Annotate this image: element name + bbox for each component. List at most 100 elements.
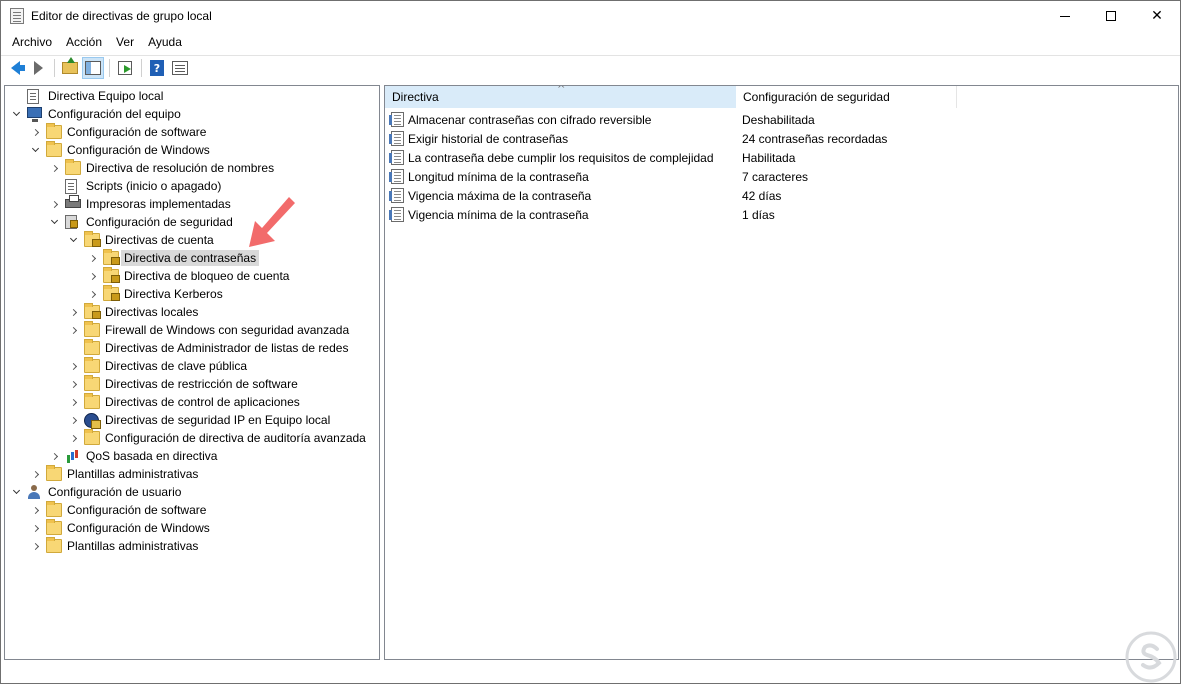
folder-icon (84, 375, 100, 391)
policy-row[interactable]: Almacenar contraseñas con cifrado revers… (385, 110, 1178, 129)
tree-node[interactable]: Firewall de Windows con seguridad avanza… (5, 321, 379, 339)
lock-folder-icon (103, 249, 120, 265)
chevron-right-icon[interactable] (49, 199, 59, 209)
help-button[interactable]: ? (146, 57, 168, 79)
back-button[interactable] (4, 57, 26, 79)
tree-node[interactable]: Configuración de Windows (5, 519, 379, 537)
tree-node-label: Plantillas administrativas (67, 467, 199, 481)
chevron-right-icon[interactable] (30, 469, 40, 479)
chevron-right-icon[interactable] (30, 541, 40, 551)
tree-node[interactable]: Plantillas administrativas (5, 465, 379, 483)
chevron-right-icon[interactable] (87, 253, 97, 263)
minimize-icon (1060, 15, 1070, 17)
maximize-button[interactable] (1088, 1, 1134, 31)
chevron-right-icon[interactable] (30, 505, 40, 515)
policy-row[interactable]: Vigencia máxima de la contraseña 42 días (385, 186, 1178, 205)
tree-node[interactable]: Configuración de directiva de auditoría … (5, 429, 379, 447)
chevron-right-icon[interactable] (30, 523, 40, 533)
tree-node-label: Directivas locales (105, 305, 199, 319)
menu-ver[interactable]: Ver (109, 32, 141, 53)
tree-node-label: Configuración de Windows (67, 143, 210, 157)
chevron-right-icon[interactable] (68, 307, 78, 317)
policy-row[interactable]: Exigir historial de contraseñas 24 contra… (385, 129, 1178, 148)
policy-row[interactable]: Vigencia mínima de la contraseña 1 días (385, 205, 1178, 224)
chevron-down-icon[interactable] (11, 109, 21, 119)
policy-setting-value: 24 contraseñas recordadas (742, 131, 888, 146)
tree-node[interactable]: Configuración del equipo (5, 105, 379, 123)
policy-name: Vigencia mínima de la contraseña (408, 207, 589, 222)
tree-node-label: Directiva de bloqueo de cuenta (124, 269, 290, 283)
export-list-button[interactable] (114, 57, 136, 79)
up-folder-icon (62, 57, 78, 74)
doc-icon (27, 89, 39, 104)
forward-button[interactable] (27, 57, 49, 79)
up-one-level-button[interactable] (59, 57, 81, 79)
menu-accion[interactable]: Acción (59, 32, 109, 53)
policy-row[interactable]: Longitud mínima de la contraseña 7 caract… (385, 167, 1178, 186)
lock-folder-icon (84, 231, 101, 247)
menu-ayuda[interactable]: Ayuda (141, 32, 189, 53)
console-tree[interactable]: Directiva Equipo local Configuración del … (4, 85, 380, 660)
menu-bar: Archivo Acción Ver Ayuda (1, 32, 1180, 53)
lock-folder-icon (84, 303, 101, 319)
chevron-right-icon[interactable] (68, 433, 78, 443)
tree-node[interactable]: Directiva Kerberos (5, 285, 379, 303)
tree-node[interactable]: Directivas de cuenta (5, 231, 379, 249)
tree-node-label: Directivas de Administrador de listas de… (105, 341, 349, 355)
tree-node[interactable]: Configuración de seguridad (5, 213, 379, 231)
chevron-right-icon[interactable] (68, 325, 78, 335)
title-bar[interactable]: Editor de directivas de grupo local ✕ (1, 1, 1180, 31)
policy-name: Exigir historial de contraseñas (408, 131, 569, 146)
column-header-configuracion[interactable]: Configuración de seguridad (736, 86, 957, 108)
close-button[interactable]: ✕ (1134, 1, 1180, 31)
tree-node[interactable]: QoS basada en directiva (5, 447, 379, 465)
tree-node[interactable]: Directivas locales (5, 303, 379, 321)
tree-node-label: Impresoras implementadas (86, 197, 231, 211)
chevron-right-icon[interactable] (49, 451, 59, 461)
policy-setting-value: 1 días (742, 207, 775, 222)
tree-node[interactable]: Directivas de seguridad IP en Equipo loc… (5, 411, 379, 429)
chevron-right-icon[interactable] (68, 397, 78, 407)
column-header-directiva[interactable]: Directiva ^ (385, 86, 736, 108)
tree-node[interactable]: Directiva Equipo local (5, 87, 379, 105)
tree-node[interactable]: Configuración de Windows (5, 141, 379, 159)
details-pane: Directiva ^ Configuración de seguridad A… (384, 85, 1179, 660)
tree-node[interactable]: Directiva de contraseñas (5, 249, 379, 267)
menu-archivo[interactable]: Archivo (5, 32, 59, 53)
tree-node[interactable]: Directivas de clave pública (5, 357, 379, 375)
folder-icon (46, 519, 62, 535)
chevron-down-icon[interactable] (68, 235, 78, 245)
tree-node[interactable]: Directivas de restricción de software (5, 375, 379, 393)
chevron-down-icon[interactable] (11, 487, 21, 497)
tree-node[interactable]: Configuración de software (5, 123, 379, 141)
folder-icon (46, 537, 62, 553)
filter-options-button[interactable] (169, 57, 191, 79)
tree-node[interactable]: Configuración de usuario (5, 483, 379, 501)
tree-node-label: Directiva Equipo local (48, 89, 164, 103)
policy-row[interactable]: La contraseña debe cumplir los requisito… (385, 148, 1178, 167)
tree-node-label: Configuración del equipo (48, 107, 181, 121)
chevron-right-icon[interactable] (87, 271, 97, 281)
chevron-right-icon[interactable] (68, 379, 78, 389)
chevron-right-icon[interactable] (68, 415, 78, 425)
folder-icon (84, 321, 100, 337)
chevron-down-icon[interactable] (30, 145, 40, 155)
chevron-right-icon[interactable] (30, 127, 40, 137)
tree-node[interactable]: Directivas de control de aplicaciones (5, 393, 379, 411)
chevron-right-icon[interactable] (68, 361, 78, 371)
show-hide-console-tree-button[interactable] (82, 57, 104, 79)
tree-node[interactable]: Plantillas administrativas (5, 537, 379, 555)
chevron-right-icon[interactable] (87, 289, 97, 299)
back-icon (10, 61, 25, 75)
minimize-button[interactable] (1042, 1, 1088, 31)
tree-node[interactable]: Directivas de Administrador de listas de… (5, 339, 379, 357)
tree-node[interactable]: Directiva de bloqueo de cuenta (5, 267, 379, 285)
folder-icon (84, 429, 100, 445)
tree-node[interactable]: Configuración de software (5, 501, 379, 519)
tree-node[interactable]: Impresoras implementadas (5, 195, 379, 213)
tree-node[interactable]: Directiva de resolución de nombres (5, 159, 379, 177)
watermark-logo-icon (1125, 631, 1177, 683)
tree-node[interactable]: Scripts (inicio o apagado) (5, 177, 379, 195)
chevron-down-icon[interactable] (49, 217, 59, 227)
chevron-right-icon[interactable] (49, 163, 59, 173)
